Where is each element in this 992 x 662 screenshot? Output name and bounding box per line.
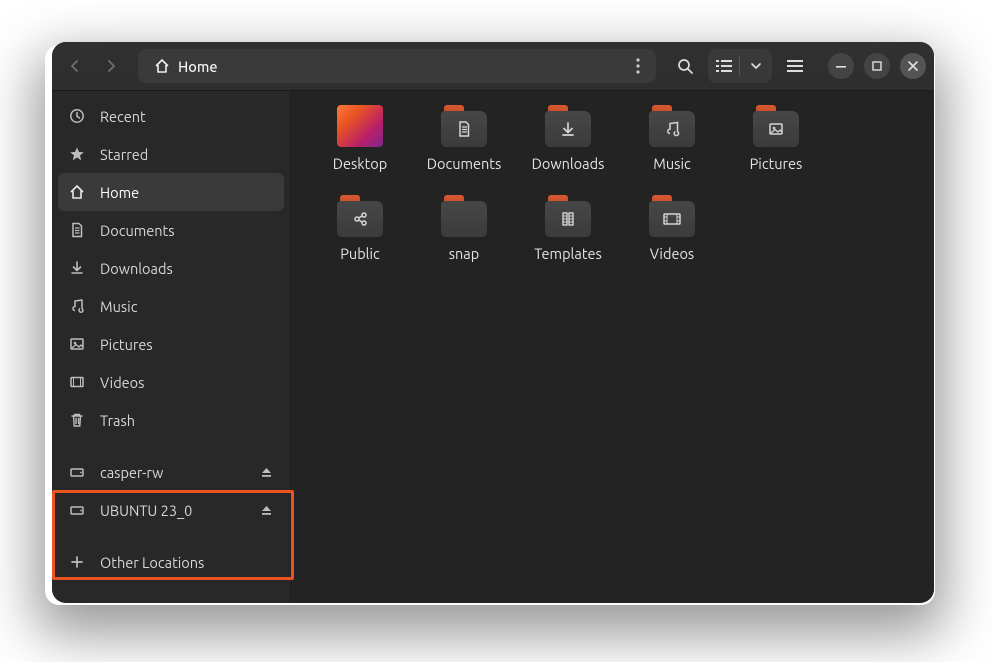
sidebar-item-home[interactable]: Home: [58, 173, 284, 211]
folder-icon: [753, 105, 799, 147]
sidebar-item-label: Home: [100, 184, 274, 201]
forward-button[interactable]: [96, 51, 126, 81]
back-button[interactable]: [60, 51, 90, 81]
places-sidebar: Recent Starred Home: [52, 91, 291, 603]
clock-icon: [68, 107, 86, 125]
drive-icon: [68, 463, 86, 481]
window-controls: [828, 53, 926, 79]
maximize-button[interactable]: [864, 53, 890, 79]
sidebar-item-label: Recent: [100, 108, 274, 125]
pictures-icon: [68, 335, 86, 353]
sidebar-item-label: casper-rw: [100, 464, 244, 481]
folder-downloads[interactable]: Downloads: [519, 105, 617, 195]
videos-icon: [68, 373, 86, 391]
path-menu-button[interactable]: [626, 58, 650, 74]
sidebar-item-label: Documents: [100, 222, 274, 239]
drive-icon: [68, 501, 86, 519]
music-icon: [68, 297, 86, 315]
folder-icon: [441, 195, 487, 237]
folder-icon: [337, 195, 383, 237]
star-icon: [68, 145, 86, 163]
sidebar-item-trash[interactable]: Trash: [52, 401, 290, 439]
sidebar-item-downloads[interactable]: Downloads: [52, 249, 290, 287]
sidebar-item-label: Pictures: [100, 336, 274, 353]
sidebar-item-documents[interactable]: Documents: [52, 211, 290, 249]
sidebar-item-label: Starred: [100, 146, 274, 163]
close-button[interactable]: [900, 53, 926, 79]
sidebar-item-pictures[interactable]: Pictures: [52, 325, 290, 363]
file-manager-window: Home: [52, 42, 934, 603]
file-label: Templates: [534, 245, 602, 262]
file-label: Pictures: [750, 155, 803, 172]
file-label: Downloads: [532, 155, 605, 172]
file-label: Public: [340, 245, 380, 262]
folder-snap[interactable]: snap: [415, 195, 513, 285]
sidebar-item-label: Other Locations: [100, 554, 274, 571]
desktop-icon: [337, 105, 383, 147]
sidebar-item-label: Trash: [100, 412, 274, 429]
folder-videos[interactable]: Videos: [623, 195, 721, 285]
list-view-button[interactable]: [708, 49, 740, 83]
folder-desktop[interactable]: Desktop: [311, 105, 409, 195]
view-options-dropdown[interactable]: [740, 49, 772, 83]
plus-icon: [68, 553, 86, 571]
view-switcher: [708, 49, 772, 83]
eject-button[interactable]: [258, 467, 274, 478]
breadcrumb-home[interactable]: Home: [144, 54, 228, 79]
folder-icon: [545, 105, 591, 147]
home-icon: [68, 183, 86, 201]
sidebar-item-label: UBUNTU 23_0: [100, 502, 244, 519]
folder-icon: [441, 105, 487, 147]
search-button[interactable]: [668, 49, 702, 83]
folder-public[interactable]: Public: [311, 195, 409, 285]
file-label: Desktop: [333, 155, 387, 172]
folder-icon: [649, 105, 695, 147]
icon-grid: Desktop Documents: [311, 105, 914, 285]
folder-icon: [545, 195, 591, 237]
trash-icon: [68, 411, 86, 429]
breadcrumb-label: Home: [178, 58, 218, 75]
document-icon: [68, 221, 86, 239]
folder-pictures[interactable]: Pictures: [727, 105, 825, 195]
sidebar-item-other-locations[interactable]: Other Locations: [52, 543, 290, 581]
file-label: Videos: [650, 245, 694, 262]
file-label: Music: [653, 155, 690, 172]
folder-templates[interactable]: Templates: [519, 195, 617, 285]
hamburger-menu-button[interactable]: [778, 49, 812, 83]
sidebar-item-videos[interactable]: Videos: [52, 363, 290, 401]
pathbar[interactable]: Home: [138, 49, 656, 83]
file-label: snap: [449, 245, 480, 262]
sidebar-item-label: Music: [100, 298, 274, 315]
eject-button[interactable]: [258, 505, 274, 516]
minimize-button[interactable]: [828, 53, 854, 79]
home-icon: [154, 58, 170, 74]
sidebar-mount-casper-rw[interactable]: casper-rw: [52, 453, 290, 491]
sidebar-item-starred[interactable]: Starred: [52, 135, 290, 173]
sidebar-item-recent[interactable]: Recent: [52, 97, 290, 135]
sidebar-item-label: Downloads: [100, 260, 274, 277]
sidebar-item-music[interactable]: Music: [52, 287, 290, 325]
file-label: Documents: [427, 155, 502, 172]
folder-icon: [649, 195, 695, 237]
sidebar-item-label: Videos: [100, 374, 274, 391]
headerbar: Home: [52, 42, 934, 91]
folder-documents[interactable]: Documents: [415, 105, 513, 195]
download-icon: [68, 259, 86, 277]
folder-music[interactable]: Music: [623, 105, 721, 195]
sidebar-mount-ubuntu[interactable]: UBUNTU 23_0: [52, 491, 290, 529]
files-view[interactable]: Desktop Documents: [291, 91, 934, 603]
